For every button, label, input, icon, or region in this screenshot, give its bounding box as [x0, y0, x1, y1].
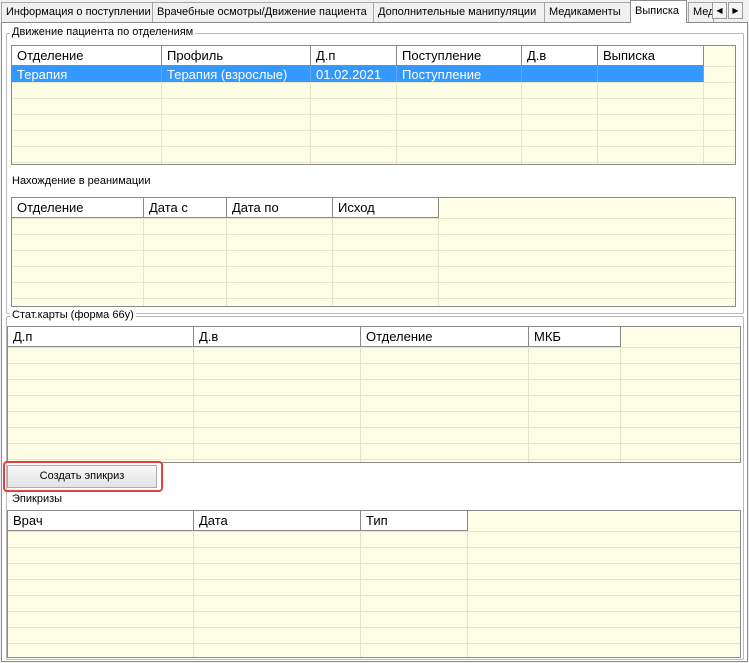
column-header-outcome[interactable]: Исход	[333, 198, 439, 218]
tab-scroll-left-icon[interactable]: ◀	[712, 2, 727, 19]
cell-discharge	[598, 66, 704, 82]
tab-medications[interactable]: Медикаменты	[544, 2, 631, 22]
tab-admission-info[interactable]: Информация о поступлении	[1, 2, 153, 22]
create-epicrisis-button[interactable]: Создать эпикриз	[7, 465, 157, 488]
stat-cards-grid-header: Д.п Д.в Отделение МКБ	[8, 327, 621, 347]
cell-department: Терапия	[12, 66, 162, 82]
tab-additional-procedures[interactable]: Дополнительные манипуляции	[373, 2, 545, 22]
column-header-admission-date[interactable]: Д.п	[8, 327, 194, 347]
icu-grid-header: Отделение Дата с Дата по Исход	[12, 198, 439, 218]
column-header-date-to[interactable]: Дата по	[227, 198, 333, 218]
tab-scroll-right-icon[interactable]: ▶	[728, 2, 743, 19]
movement-group-legend: Движение пациента по отделениям	[10, 26, 196, 38]
column-header-date-from[interactable]: Дата с	[144, 198, 227, 218]
column-header-discharge[interactable]: Выписка	[598, 46, 704, 66]
tab-doctor-exams[interactable]: Врачебные осмотры/Движение пациента	[152, 2, 374, 22]
column-header-icd[interactable]: МКБ	[529, 327, 621, 347]
tab-strip: Информация о поступлении Врачебные осмот…	[0, 0, 749, 23]
column-header-type[interactable]: Тип	[361, 511, 468, 531]
column-header-discharge-date[interactable]: Д.в	[194, 327, 361, 347]
column-header-admission-date[interactable]: Д.п	[311, 46, 397, 66]
epicrises-group-legend: Эпикризы	[10, 493, 65, 505]
cell-profile: Терапия (взрослые)	[162, 66, 311, 82]
column-header-admission[interactable]: Поступление	[397, 46, 522, 66]
tab-discharge[interactable]: Выписка	[630, 0, 687, 23]
column-header-doctor[interactable]: Врач	[8, 511, 194, 531]
icu-caption: Нахождение в реанимации	[12, 175, 151, 187]
icu-grid-body	[12, 218, 735, 306]
movement-grid[interactable]: Отделение Профиль Д.п Поступление Д.в Вы…	[11, 45, 736, 165]
column-header-profile[interactable]: Профиль	[162, 46, 311, 66]
table-row[interactable]: Терапия Терапия (взрослые) 01.02.2021 По…	[12, 66, 704, 82]
column-header-department[interactable]: Отделение	[12, 46, 162, 66]
stat-cards-group-legend: Стат.карты (форма 66у)	[10, 309, 136, 321]
epicrises-grid[interactable]: Врач Дата Тип	[7, 510, 741, 658]
column-header-department[interactable]: Отделение	[12, 198, 144, 218]
column-header-department[interactable]: Отделение	[361, 327, 529, 347]
icu-grid[interactable]: Отделение Дата с Дата по Исход	[11, 197, 736, 307]
tab-more[interactable]: Мед	[688, 2, 714, 22]
column-header-date[interactable]: Дата	[194, 511, 361, 531]
cell-admission-date: 01.02.2021	[311, 66, 397, 82]
epicrises-grid-header: Врач Дата Тип	[8, 511, 468, 531]
stat-cards-grid[interactable]: Д.п Д.в Отделение МКБ	[7, 326, 741, 463]
discharge-tab-panel: Движение пациента по отделениям Отделени…	[1, 22, 748, 662]
stat-cards-grid-body	[8, 347, 740, 462]
movement-grid-header: Отделение Профиль Д.п Поступление Д.в Вы…	[12, 46, 704, 66]
column-header-discharge-date[interactable]: Д.в	[522, 46, 598, 66]
cell-discharge-date	[522, 66, 598, 82]
movement-group: Движение пациента по отделениям Отделени…	[6, 26, 744, 314]
epicrises-grid-body	[8, 531, 740, 657]
cell-admission: Поступление	[397, 66, 522, 82]
